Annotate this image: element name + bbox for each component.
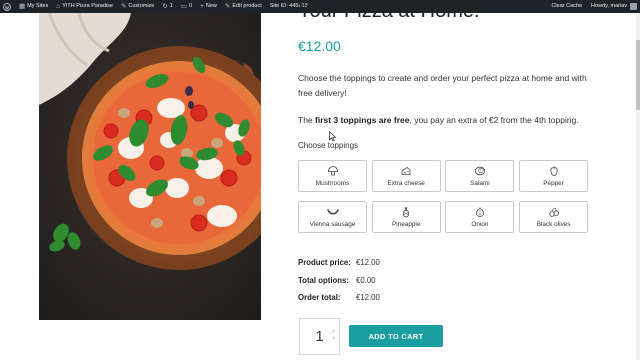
product-title: Your Pizza at Home! xyxy=(298,0,480,22)
topping-onion[interactable]: Onion xyxy=(445,201,515,233)
topping-salami[interactable]: Salami xyxy=(445,160,515,192)
new-content-menu[interactable]: + New xyxy=(200,0,217,13)
quantity-stepper[interactable]: 1 ˄ ˅ xyxy=(299,318,340,355)
price-summary: Product price: €12.00 Total options: €0.… xyxy=(298,254,380,307)
home-icon: ⌂ xyxy=(56,3,61,10)
plus-icon: + xyxy=(200,3,204,10)
olives-icon xyxy=(548,207,559,217)
summary-total-options: Total options: €0.00 xyxy=(298,275,376,285)
sausage-icon xyxy=(326,208,339,215)
updates-link[interactable]: ↻ 1 xyxy=(162,0,173,13)
toppings-grid: Mushrooms Extra cheese Salami Pepper Vie… xyxy=(298,160,589,233)
onion-icon xyxy=(475,206,484,217)
mouse-cursor-icon xyxy=(329,131,337,142)
pineapple-icon xyxy=(402,206,410,217)
updates-icon: ↻ xyxy=(162,3,168,10)
customize-link[interactable]: ✎ Customize xyxy=(121,0,154,13)
clear-cache-button[interactable]: Clear Cache xyxy=(551,0,582,13)
salami-icon xyxy=(474,166,486,175)
add-to-cart-button[interactable]: ADD TO CART xyxy=(349,325,443,347)
account-menu[interactable]: Howdy, mariav xyxy=(591,0,637,13)
product-image[interactable] xyxy=(39,13,261,320)
sites-icon: ▦ xyxy=(19,3,26,10)
topping-pepper[interactable]: Pepper xyxy=(519,160,589,192)
product-description: Choose the toppings to create and order … xyxy=(298,73,587,98)
topping-black-olives[interactable]: Black olives xyxy=(519,201,589,233)
choose-toppings-label: Choose toppings xyxy=(298,141,359,150)
topping-extra-cheese[interactable]: Extra cheese xyxy=(371,160,441,192)
site-name-menu[interactable]: ⌂ YITH Pizza Paradise xyxy=(56,0,113,13)
stepper-arrows-icon[interactable]: ˄ ˅ xyxy=(332,329,335,343)
scrollbar-thumb[interactable] xyxy=(636,40,640,110)
wordpress-logo-button[interactable] xyxy=(3,2,11,11)
product-price: €12.00 xyxy=(298,38,341,54)
quantity-value: 1 xyxy=(315,328,324,345)
topping-vienna-sausage[interactable]: Vienna sausage xyxy=(298,201,367,233)
cheese-icon xyxy=(401,166,411,175)
brush-icon: ✎ xyxy=(120,3,127,10)
pencil-icon: ✎ xyxy=(224,3,231,10)
wordpress-icon xyxy=(3,2,11,11)
free-toppings-note: The first 3 toppings are free, you pay a… xyxy=(298,115,579,125)
topping-mushrooms[interactable]: Mushrooms xyxy=(298,160,367,192)
my-sites-menu[interactable]: ▦ My Sites xyxy=(19,0,48,13)
summary-order-total: Order total: €12.00 xyxy=(298,293,380,302)
avatar xyxy=(630,3,637,10)
pepper-icon xyxy=(550,165,558,176)
mushroom-icon xyxy=(327,165,338,175)
comment-icon: ▭ xyxy=(180,3,188,10)
summary-product-price: Product price: €12.00 xyxy=(298,258,380,267)
topping-pineapple[interactable]: Pineapple xyxy=(371,201,441,233)
edit-product-link[interactable]: ✎ Edit product xyxy=(225,0,262,13)
pizza-photo xyxy=(39,13,261,320)
comments-link[interactable]: ▭ 0 xyxy=(181,0,192,13)
